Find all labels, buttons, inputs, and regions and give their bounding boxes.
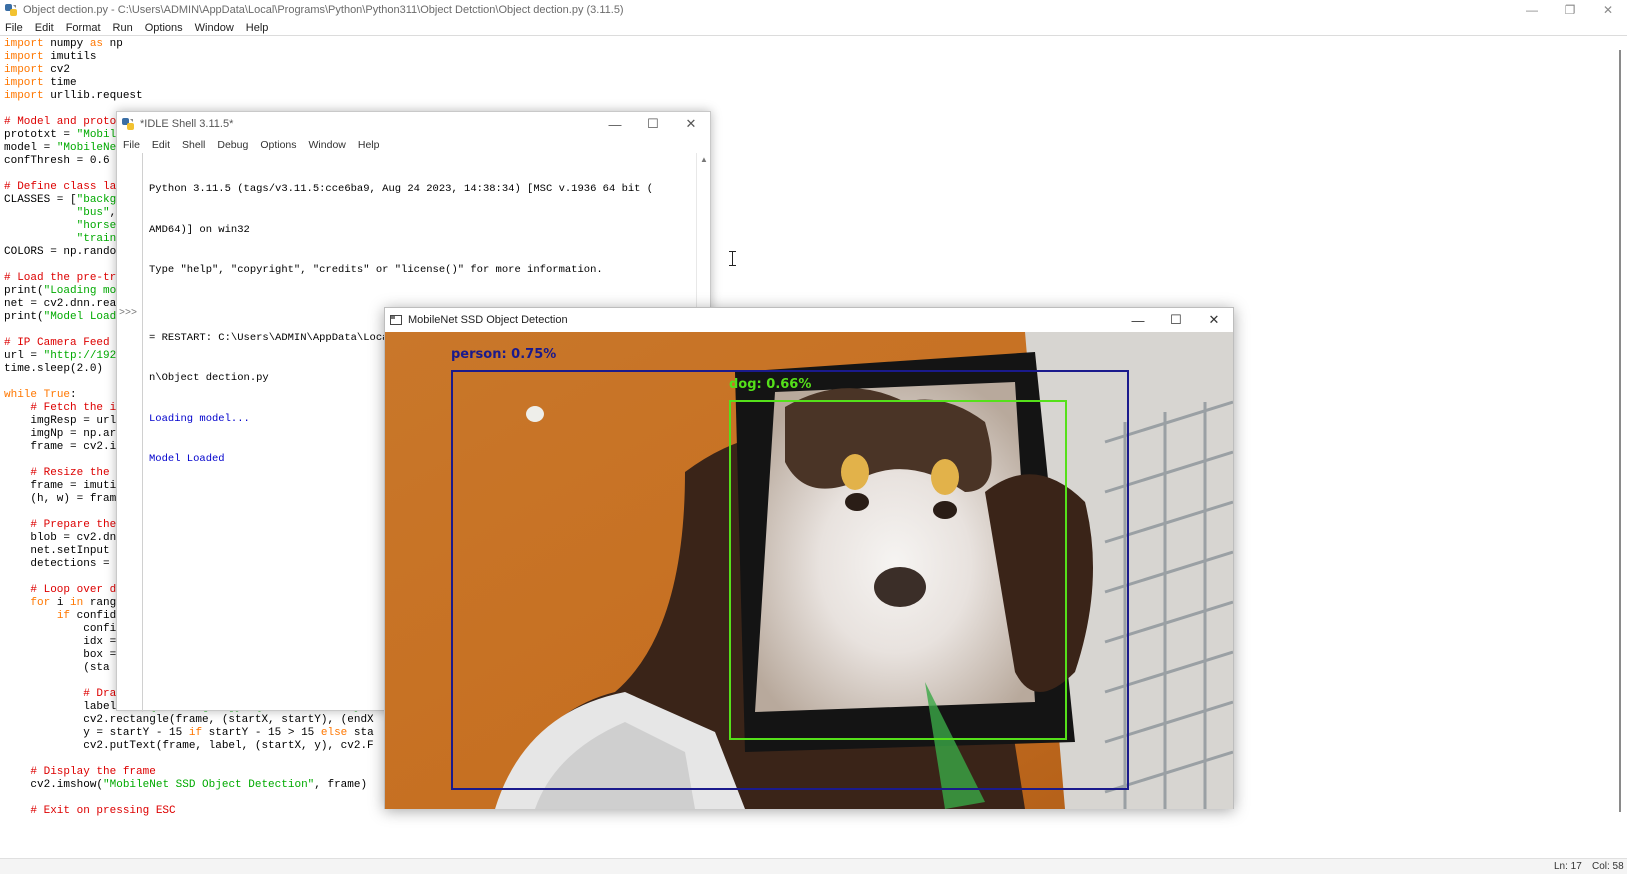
dog-detection-label: dog: 0.66%	[729, 377, 812, 392]
shell-line: Python 3.11.5 (tags/v3.11.5:cce6ba9, Aug…	[149, 183, 654, 195]
editor-menubar: File Edit Format Run Options Window Help	[0, 20, 1627, 36]
shell-menu-shell[interactable]: Shell	[176, 137, 211, 153]
code-line: # Display the frame	[4, 766, 156, 778]
editor-statusbar: Ln: 17 Col: 58	[0, 858, 1627, 874]
shell-menu-help[interactable]: Help	[352, 137, 386, 153]
python-idle-icon	[121, 117, 135, 131]
menu-options[interactable]: Options	[139, 20, 189, 36]
mobilenet-window: MobileNet SSD Object Detection — ☐ ✕ per…	[384, 307, 1234, 809]
code-line: cv2.imshow("MobileNet SSD Object Detecti…	[4, 779, 368, 791]
code-line: import urllib.request	[4, 90, 143, 102]
code-line: y = startY - 15 if startY - 15 > 15 else…	[4, 727, 374, 739]
mobilenet-title: MobileNet SSD Object Detection	[408, 314, 568, 326]
menu-run[interactable]: Run	[107, 20, 139, 36]
shell-menu-window[interactable]: Window	[303, 137, 352, 153]
shell-line: AMD64)] on win32	[149, 223, 250, 236]
status-line: Ln: 17	[1554, 861, 1582, 872]
shell-prompt-gutter	[117, 153, 143, 712]
scroll-up-icon[interactable]: ▲	[700, 155, 708, 164]
close-icon[interactable]: ✕	[672, 112, 710, 136]
maximize-icon[interactable]: ☐	[1157, 308, 1195, 332]
shell-line: Type "help", "copyright", "credits" or "…	[149, 264, 603, 276]
text-cursor-icon	[729, 251, 737, 266]
python-idle-icon	[4, 3, 18, 17]
shell-menubar: File Edit Shell Debug Options Window Hel…	[117, 136, 710, 153]
editor-scrollbar[interactable]	[1613, 38, 1627, 834]
menu-format[interactable]: Format	[60, 20, 107, 36]
shell-menu-debug[interactable]: Debug	[211, 137, 254, 153]
minimize-icon[interactable]: —	[1513, 0, 1551, 20]
menu-window[interactable]: Window	[189, 20, 240, 36]
shell-title: *IDLE Shell 3.11.5*	[140, 118, 234, 130]
shell-prompt: >>>	[119, 308, 138, 319]
shell-menu-file[interactable]: File	[117, 137, 146, 153]
minimize-icon[interactable]: —	[596, 112, 634, 136]
code-line: import time	[4, 77, 77, 89]
editor-scrollbar-thumb[interactable]	[1619, 50, 1621, 812]
maximize-icon[interactable]: ❐	[1551, 0, 1589, 20]
close-icon[interactable]: ✕	[1195, 308, 1233, 332]
code-line: import imutils	[4, 51, 97, 63]
minimize-icon[interactable]: —	[1119, 308, 1157, 332]
shell-menu-options[interactable]: Options	[254, 137, 302, 153]
menu-help[interactable]: Help	[240, 20, 275, 36]
menu-file[interactable]: File	[0, 20, 29, 36]
status-col: Col: 58	[1592, 861, 1624, 872]
code-line: cv2.rectangle(frame, (startX, startY), (…	[4, 714, 374, 726]
menu-edit[interactable]: Edit	[29, 20, 60, 36]
window-app-icon	[389, 313, 403, 327]
editor-titlebar[interactable]: Object dection.py - C:\Users\ADMIN\AppDa…	[0, 0, 1627, 20]
shell-titlebar[interactable]: *IDLE Shell 3.11.5* — ☐ ✕	[117, 112, 710, 136]
mobilenet-titlebar[interactable]: MobileNet SSD Object Detection — ☐ ✕	[385, 308, 1233, 332]
person-detection-label: person: 0.75%	[451, 347, 557, 362]
code-line: cv2.putText(frame, label, (startX, y), c…	[4, 740, 374, 752]
shell-menu-edit[interactable]: Edit	[146, 137, 176, 153]
editor-title: Object dection.py - C:\Users\ADMIN\AppDa…	[23, 4, 624, 16]
maximize-icon[interactable]: ☐	[634, 112, 672, 136]
dog-bounding-box	[729, 400, 1067, 740]
close-icon[interactable]: ✕	[1589, 0, 1627, 20]
code-line: import cv2	[4, 64, 71, 76]
camera-frame: person: 0.75% dog: 0.66%	[385, 332, 1233, 809]
code-line: # Exit on pressing ESC	[4, 805, 176, 817]
code-line: import numpy as np	[4, 38, 123, 50]
